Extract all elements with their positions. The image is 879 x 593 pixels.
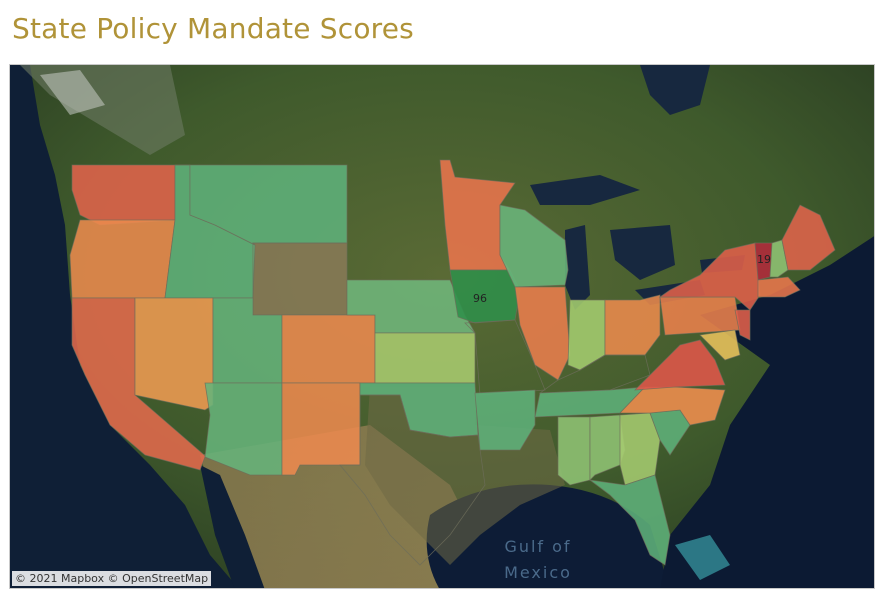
state-arizona[interactable]	[204, 382, 283, 476]
state-oregon[interactable]	[69, 219, 176, 299]
state-mississippi[interactable]	[557, 416, 591, 486]
gulf-label-line1: Gulf of	[504, 537, 571, 556]
state-kansas[interactable]	[374, 332, 476, 384]
state-nevada[interactable]	[134, 297, 214, 411]
page-title: State Policy Mandate Scores	[12, 12, 414, 45]
state-label-iowa: 96	[473, 292, 487, 305]
state-ohio[interactable]	[604, 294, 661, 356]
state-wyoming[interactable]	[252, 242, 348, 316]
state-label-vermont: 19	[757, 253, 771, 266]
state-washington[interactable]	[71, 164, 176, 226]
map-attribution[interactable]: © 2021 Mapbox © OpenStreetMap	[12, 571, 212, 586]
state-pennsylvania[interactable]	[659, 296, 741, 336]
state-colorado[interactable]	[281, 314, 376, 384]
map-canvas[interactable]: 96 19 Gulf of Mexico	[10, 65, 875, 589]
map-view[interactable]: 96 19 Gulf of Mexico © 2021 Mapbox © Ope…	[9, 64, 875, 589]
state-new-mexico[interactable]	[281, 382, 361, 476]
gulf-label-line2: Mexico	[504, 563, 572, 582]
